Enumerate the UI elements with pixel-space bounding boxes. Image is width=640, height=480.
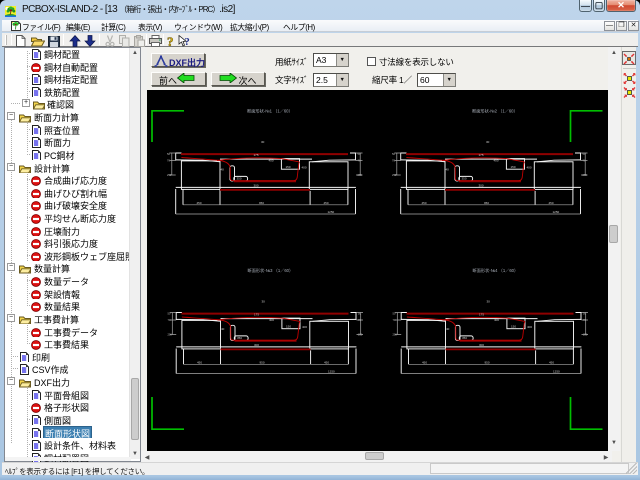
svg-text:断面形状-№1 （1／60）: 断面形状-№1 （1／60） <box>247 108 293 115</box>
svg-text:断面形状-№2 （1／60）: 断面形状-№2 （1／60） <box>472 108 518 115</box>
svg-text:断面形状-№3 （1／60）: 断面形状-№3 （1／60） <box>248 267 294 274</box>
svg-text:?: ? <box>167 35 174 47</box>
svg-text:?: ? <box>185 37 190 47</box>
svg-text:断面形状-№4 （1／60）: 断面形状-№4 （1／60） <box>473 267 519 274</box>
